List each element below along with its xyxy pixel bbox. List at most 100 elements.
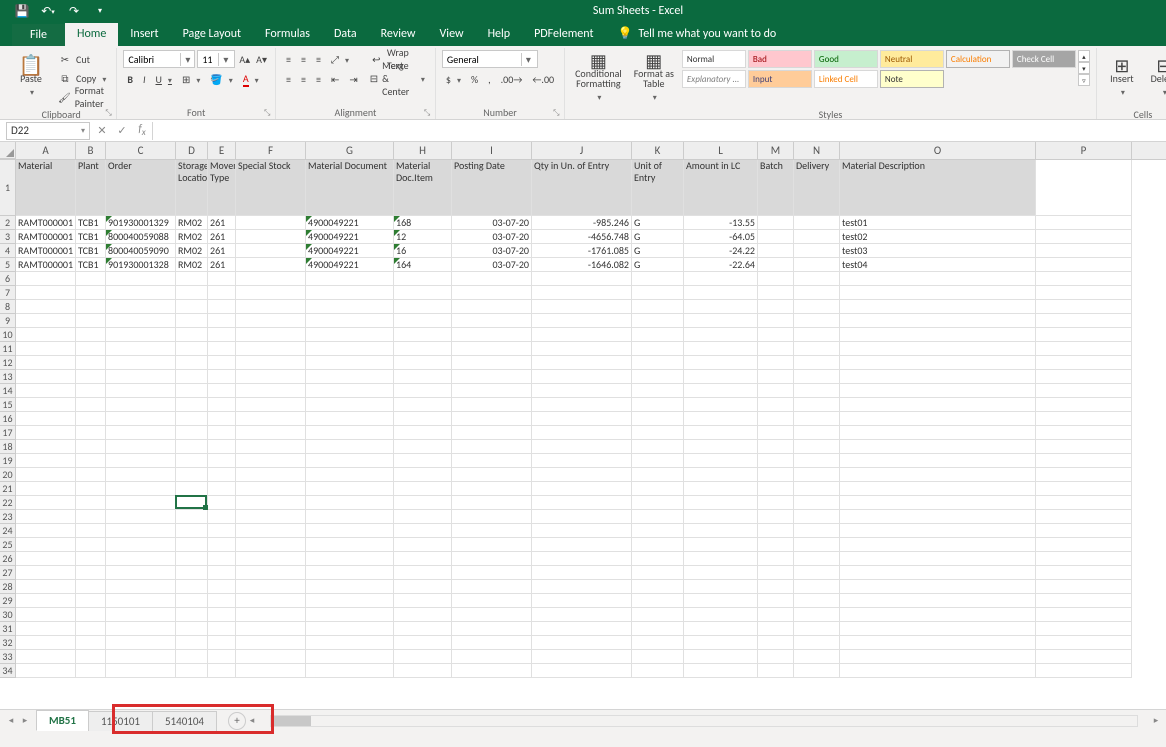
orientation-button[interactable]: ⤢ [327, 50, 353, 68]
cell[interactable] [236, 230, 306, 244]
cell[interactable] [76, 496, 106, 510]
cell[interactable] [684, 650, 758, 664]
format-as-table-button[interactable]: ▦ Format as Table [630, 50, 678, 106]
align-left-button[interactable]: ≡ [282, 70, 295, 88]
cell[interactable] [176, 650, 208, 664]
cell[interactable]: -1646.082 [532, 258, 632, 272]
cell[interactable] [532, 454, 632, 468]
cell[interactable] [684, 356, 758, 370]
row-header[interactable]: 25 [0, 538, 16, 552]
cell[interactable] [394, 468, 452, 482]
cell[interactable] [176, 440, 208, 454]
cell[interactable] [176, 286, 208, 300]
cell[interactable]: 03-07-20 [452, 216, 532, 230]
cell[interactable]: 03-07-20 [452, 230, 532, 244]
cell[interactable] [76, 454, 106, 468]
cell[interactable] [684, 426, 758, 440]
cell[interactable] [394, 482, 452, 496]
cell[interactable] [758, 412, 794, 426]
cell[interactable] [840, 664, 1036, 678]
cell[interactable] [452, 300, 532, 314]
cell[interactable] [16, 412, 76, 426]
cell[interactable] [16, 286, 76, 300]
cell[interactable] [76, 580, 106, 594]
cell[interactable] [306, 314, 394, 328]
cell[interactable] [532, 580, 632, 594]
column-header[interactable]: H [394, 142, 452, 159]
cell[interactable] [632, 356, 684, 370]
scroll-left-icon[interactable]: ◂ [246, 715, 258, 726]
cell[interactable] [532, 566, 632, 580]
cell[interactable] [452, 538, 532, 552]
cell[interactable] [452, 580, 532, 594]
cell[interactable] [632, 342, 684, 356]
save-icon[interactable]: 💾 [10, 1, 34, 21]
cell[interactable] [758, 552, 794, 566]
cell[interactable]: Material Description [840, 160, 1036, 216]
style-good[interactable]: Good [814, 50, 878, 68]
cell[interactable]: 12 [394, 230, 452, 244]
cell[interactable] [532, 440, 632, 454]
column-header[interactable]: F [236, 142, 306, 159]
style-neutral[interactable]: Neutral [880, 50, 944, 68]
cell[interactable] [840, 356, 1036, 370]
cell[interactable] [632, 664, 684, 678]
chevron-down-icon[interactable]: ▾ [81, 126, 85, 136]
cell[interactable] [684, 496, 758, 510]
more-icon[interactable]: ▿ [1078, 74, 1090, 86]
cell[interactable] [236, 636, 306, 650]
cell[interactable] [758, 440, 794, 454]
cell[interactable] [16, 482, 76, 496]
cell[interactable]: -22.64 [684, 258, 758, 272]
cell[interactable] [394, 566, 452, 580]
currency-button[interactable]: $ [442, 70, 465, 88]
style-check-cell[interactable]: Check Cell [1012, 50, 1076, 68]
cell[interactable] [452, 566, 532, 580]
sheet-tab[interactable]: 5140104 [152, 711, 217, 731]
cell[interactable] [532, 314, 632, 328]
cell[interactable] [176, 342, 208, 356]
tab-file[interactable]: File [12, 24, 65, 46]
cell[interactable] [532, 356, 632, 370]
cell[interactable] [632, 524, 684, 538]
cell[interactable] [840, 454, 1036, 468]
style-calculation[interactable]: Calculation [946, 50, 1010, 68]
cell[interactable] [452, 482, 532, 496]
cell[interactable] [106, 594, 176, 608]
row-header[interactable]: 28 [0, 580, 16, 594]
cell[interactable]: Amount in LC [684, 160, 758, 216]
row-header[interactable]: 2 [0, 216, 16, 230]
sheet-tab[interactable]: MB51 [36, 710, 89, 731]
cell[interactable] [532, 384, 632, 398]
cell[interactable] [684, 468, 758, 482]
cell[interactable] [306, 272, 394, 286]
cell[interactable] [532, 608, 632, 622]
cell[interactable] [684, 454, 758, 468]
cell[interactable] [532, 412, 632, 426]
cell[interactable] [1036, 398, 1132, 412]
cell[interactable] [452, 636, 532, 650]
cell[interactable] [106, 482, 176, 496]
cell[interactable] [306, 440, 394, 454]
cell[interactable] [532, 370, 632, 384]
cell[interactable] [16, 622, 76, 636]
cell[interactable] [532, 496, 632, 510]
border-button[interactable]: ⊞ [178, 70, 204, 88]
cell[interactable] [532, 622, 632, 636]
cell[interactable] [306, 608, 394, 622]
row-header[interactable]: 22 [0, 496, 16, 510]
cell[interactable] [452, 524, 532, 538]
cell[interactable] [236, 510, 306, 524]
cell[interactable]: Order [106, 160, 176, 216]
cell[interactable] [76, 412, 106, 426]
cell[interactable] [452, 356, 532, 370]
cell[interactable] [794, 314, 840, 328]
cell[interactable] [76, 650, 106, 664]
cell[interactable]: RM02 [176, 230, 208, 244]
cell[interactable] [794, 510, 840, 524]
cell[interactable] [794, 272, 840, 286]
cell[interactable] [794, 622, 840, 636]
cell[interactable] [1036, 426, 1132, 440]
cell[interactable] [106, 454, 176, 468]
cell[interactable] [16, 496, 76, 510]
